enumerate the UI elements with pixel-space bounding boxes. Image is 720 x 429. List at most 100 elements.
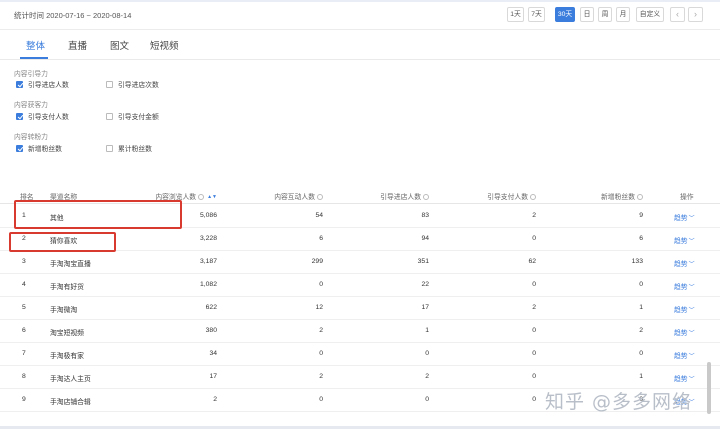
content-tabs: 整体 直播 图文 短视频: [0, 34, 720, 60]
filter-option[interactable]: 引导进店人数: [16, 79, 69, 89]
top-bar: 统计时间 2020-07-16 ~ 2020-08-14 1天 7天 30天 日…: [0, 0, 720, 30]
help-icon[interactable]: [423, 194, 429, 200]
table-row: 4 手淘有好货 1,082 0 22 0 0 趋势﹀: [0, 274, 720, 297]
row-new-fans: 133: [631, 258, 643, 265]
help-icon[interactable]: [530, 194, 536, 200]
row-channel-name: 淘宝短视频: [50, 330, 84, 337]
filter-group-title: 内容引导力: [14, 71, 48, 78]
trend-label: 趋势: [674, 353, 688, 360]
row-channel-name: 手淘达人主页: [50, 376, 91, 383]
checkbox-icon[interactable]: [106, 144, 113, 152]
trend-link[interactable]: 趋势﹀: [674, 212, 695, 222]
row-payers: 0: [532, 373, 536, 380]
tab-overall[interactable]: 整体: [26, 38, 45, 52]
row-views: 3,187: [199, 258, 217, 265]
highlight-box: [9, 232, 116, 252]
row-store-visitors: 17: [421, 304, 429, 311]
row-views: 622: [205, 304, 217, 311]
table-row: 7 手淘极有家 34 0 0 0 0 趋势﹀: [0, 343, 720, 366]
table-row: 5 手淘微淘 622 12 17 2 1 趋势﹀: [0, 297, 720, 320]
row-views: 1,082: [199, 281, 217, 288]
trend-link[interactable]: 趋势﹀: [674, 373, 695, 383]
chevron-down-icon: ﹀: [688, 262, 695, 268]
range-month-button[interactable]: 月: [616, 7, 630, 22]
filter-option-label: 引导进店人数: [28, 82, 69, 89]
filter-option[interactable]: 引导支付人数: [16, 111, 69, 121]
filter-option[interactable]: 新增粉丝数: [16, 143, 62, 153]
help-icon[interactable]: [317, 194, 323, 200]
row-store-visitors: 351: [417, 258, 429, 265]
row-channel-name: 手淘微淘: [50, 307, 78, 314]
row-payers: 0: [532, 327, 536, 334]
trend-label: 趋势: [674, 330, 688, 337]
trend-link[interactable]: 趋势﹀: [674, 350, 695, 360]
tab-live[interactable]: 直播: [68, 38, 87, 52]
row-store-visitors: 83: [421, 212, 429, 219]
chevron-down-icon: ﹀: [688, 285, 695, 291]
table-row: 3 手淘淘宝直播 3,187 299 351 62 133 趋势﹀: [0, 251, 720, 274]
chevron-down-icon: ﹀: [688, 308, 695, 314]
checkbox-checked-icon[interactable]: [16, 144, 23, 152]
row-views: 3,228: [199, 235, 217, 242]
column-payers: 引导支付人数: [487, 191, 536, 201]
row-interactions: 0: [319, 281, 323, 288]
row-views: 380: [205, 327, 217, 334]
tab-short-video[interactable]: 短视频: [150, 38, 179, 52]
range-7day-button[interactable]: 7天: [528, 7, 545, 22]
filter-option[interactable]: 引导进店次数: [106, 79, 159, 89]
row-store-visitors: 94: [421, 235, 429, 242]
active-tab-underline: [20, 57, 48, 59]
trend-link[interactable]: 趋势﹀: [674, 258, 695, 268]
trend-link[interactable]: 趋势﹀: [674, 327, 695, 337]
checkbox-checked-icon[interactable]: [16, 112, 23, 120]
column-new-fans: 新增粉丝数: [601, 191, 643, 201]
row-rank: 9: [22, 396, 26, 403]
filter-option-label: 引导支付金额: [118, 114, 159, 121]
row-rank: 8: [22, 373, 26, 380]
sort-icon[interactable]: ▲▼: [207, 194, 217, 200]
watermark-text: 知乎 @多多网络: [545, 391, 693, 413]
row-interactions: 54: [315, 212, 323, 219]
tab-graphic[interactable]: 图文: [110, 38, 129, 52]
row-interactions: 0: [319, 350, 323, 357]
checkbox-icon[interactable]: [106, 80, 113, 88]
row-views: 5,086: [199, 212, 217, 219]
range-day-button[interactable]: 日: [580, 7, 594, 22]
help-icon[interactable]: [637, 194, 643, 200]
checkbox-checked-icon[interactable]: [16, 80, 23, 88]
row-payers: 2: [532, 212, 536, 219]
range-1day-button[interactable]: 1天: [507, 7, 524, 22]
range-30day-button[interactable]: 30天: [555, 7, 575, 22]
range-week-button[interactable]: 周: [598, 7, 612, 22]
trend-link[interactable]: 趋势﹀: [674, 235, 695, 245]
trend-label: 趋势: [674, 376, 688, 383]
chevron-left-icon[interactable]: ‹: [670, 7, 685, 22]
row-channel-name: 手淘店铺合辑: [50, 399, 91, 406]
scrollbar[interactable]: [707, 362, 711, 414]
row-views: 34: [209, 350, 217, 357]
row-rank: 5: [22, 304, 26, 311]
filter-option[interactable]: 累计粉丝数: [106, 143, 152, 153]
column-interactions: 内容互动人数: [274, 191, 323, 201]
trend-link[interactable]: 趋势﹀: [674, 304, 695, 314]
row-new-fans: 1: [639, 304, 643, 311]
column-actions: 操作: [680, 194, 694, 201]
trend-link[interactable]: 趋势﹀: [674, 281, 695, 291]
filter-group-title: 内容转粉力: [14, 134, 48, 141]
row-store-visitors: 2: [425, 373, 429, 380]
row-new-fans: 0: [639, 350, 643, 357]
range-custom-button[interactable]: 自定义: [636, 7, 664, 22]
trend-label: 趋势: [674, 261, 688, 268]
stat-time-label: 统计时间 2020-07-16 ~ 2020-08-14: [14, 11, 132, 20]
filter-option[interactable]: 引导支付金额: [106, 111, 159, 121]
filter-option-label: 累计粉丝数: [118, 146, 152, 153]
help-icon[interactable]: [198, 194, 205, 200]
row-rank: 3: [22, 258, 26, 265]
chevron-right-icon[interactable]: ›: [688, 7, 703, 22]
row-new-fans: 6: [639, 235, 643, 242]
checkbox-icon[interactable]: [106, 112, 113, 120]
row-payers: 2: [532, 304, 536, 311]
table-row: 8 手淘达人主页 17 2 2 0 1 趋势﹀: [0, 366, 720, 389]
column-interactions-label: 内容互动人数: [274, 194, 315, 201]
column-store-visitors-label: 引导进店人数: [380, 194, 421, 201]
